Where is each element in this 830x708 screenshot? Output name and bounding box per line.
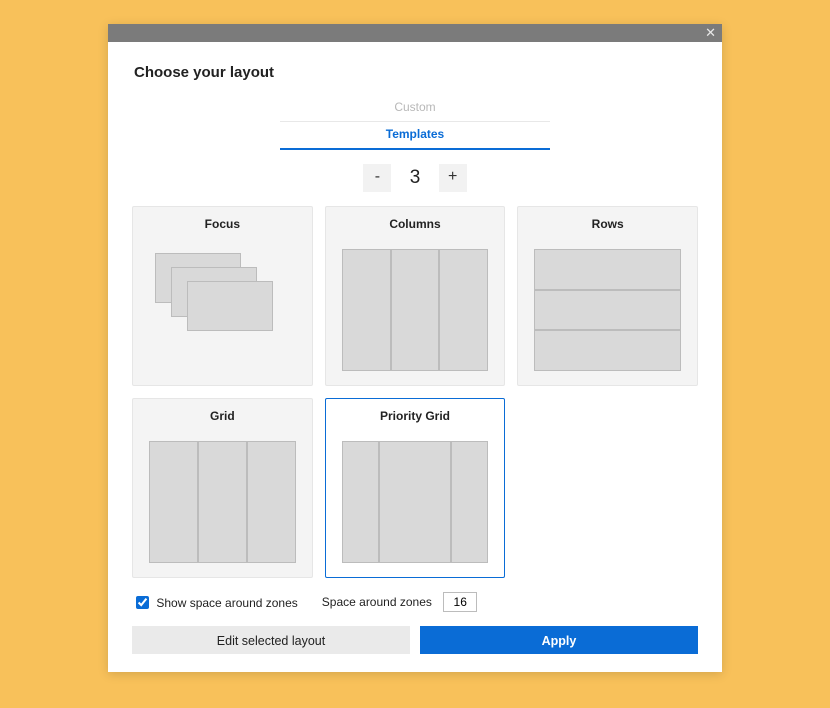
dialog-heading: Choose your layout bbox=[134, 64, 698, 81]
template-card-priority[interactable]: Priority Grid bbox=[325, 398, 506, 578]
zone-count-stepper: - 3 + bbox=[132, 164, 698, 192]
space-around-input[interactable] bbox=[443, 592, 477, 612]
show-space-checkbox-label[interactable]: Show space around zones bbox=[132, 593, 298, 612]
space-around-group: Space around zones bbox=[322, 592, 477, 612]
show-space-checkbox[interactable] bbox=[136, 596, 149, 609]
template-title: Grid bbox=[143, 409, 302, 423]
template-card-columns[interactable]: Columns bbox=[325, 206, 506, 386]
template-preview-grid bbox=[149, 441, 296, 563]
template-preview-columns bbox=[342, 249, 489, 371]
close-icon[interactable]: ✕ bbox=[705, 26, 716, 40]
template-title: Priority Grid bbox=[336, 409, 495, 423]
decrement-button[interactable]: - bbox=[363, 164, 391, 192]
dialog-titlebar: ✕ bbox=[108, 24, 722, 42]
dialog-body: Choose your layout Custom Templates - 3 … bbox=[108, 42, 722, 672]
dialog-buttons: Edit selected layout Apply bbox=[132, 626, 698, 654]
increment-button[interactable]: + bbox=[439, 164, 467, 192]
template-title: Columns bbox=[336, 217, 495, 231]
templates-grid: Focus Columns Rows Gri bbox=[132, 206, 698, 578]
tab-custom[interactable]: Custom bbox=[280, 95, 550, 122]
tab-templates[interactable]: Templates bbox=[280, 122, 550, 150]
template-preview-priority bbox=[342, 441, 489, 563]
template-title: Rows bbox=[528, 217, 687, 231]
template-title: Focus bbox=[143, 217, 302, 231]
template-card-rows[interactable]: Rows bbox=[517, 206, 698, 386]
zone-count-value: 3 bbox=[395, 167, 435, 189]
layout-tabs: Custom Templates bbox=[132, 95, 698, 150]
space-around-label: Space around zones bbox=[322, 595, 432, 609]
edit-layout-button[interactable]: Edit selected layout bbox=[132, 626, 410, 654]
options-row: Show space around zones Space around zon… bbox=[132, 592, 698, 612]
template-card-grid[interactable]: Grid bbox=[132, 398, 313, 578]
apply-button[interactable]: Apply bbox=[420, 626, 698, 654]
template-preview-focus bbox=[149, 249, 296, 371]
show-space-label-text: Show space around zones bbox=[156, 596, 297, 610]
template-preview-rows bbox=[534, 249, 681, 371]
template-card-focus[interactable]: Focus bbox=[132, 206, 313, 386]
layout-dialog: ✕ Choose your layout Custom Templates - … bbox=[108, 24, 722, 672]
